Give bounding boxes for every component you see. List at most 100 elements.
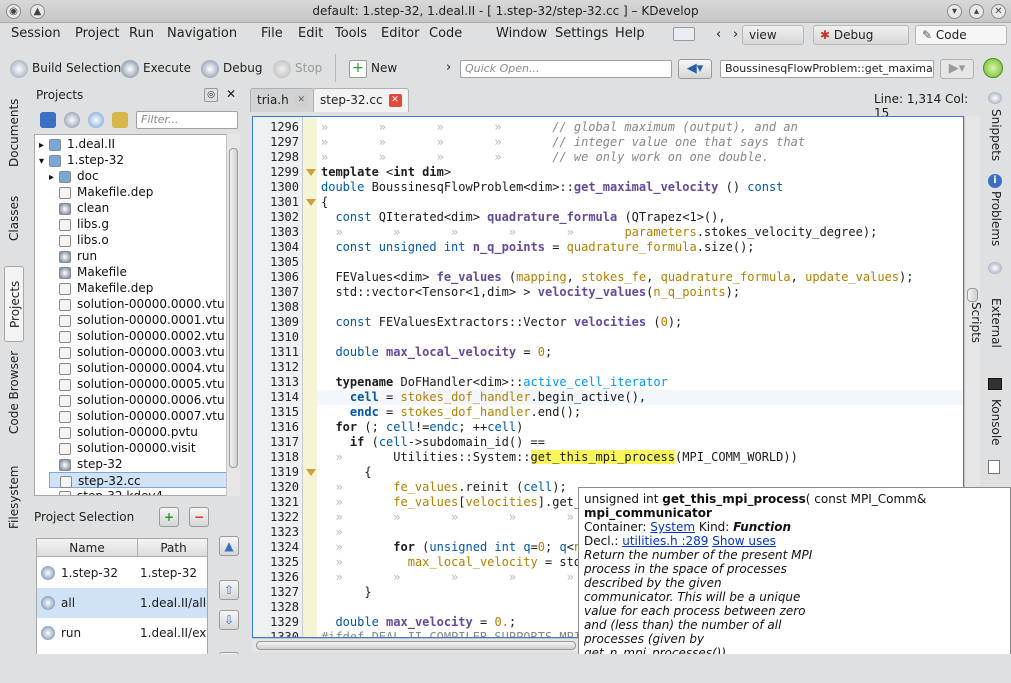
menu-editor[interactable]: Editor	[381, 26, 419, 41]
editor-scroll-thumb[interactable]	[967, 288, 978, 302]
area-code-button[interactable]: ✎ Code	[915, 25, 1007, 45]
code-line[interactable]: » » » » »	[321, 570, 573, 585]
menu-project[interactable]: Project	[75, 26, 119, 41]
tab-problems[interactable]: Problems	[986, 190, 1006, 248]
menu-help[interactable]: Help	[615, 26, 645, 41]
code-line[interactable]: template <int dim>	[321, 165, 451, 180]
tab-projects[interactable]: Projects	[4, 266, 24, 342]
column-name[interactable]: Name	[37, 539, 137, 557]
menu-navigation[interactable]: Navigation	[167, 26, 237, 41]
fold-marker-icon[interactable]	[306, 199, 316, 206]
code-line[interactable]: {	[321, 465, 371, 480]
tree-item[interactable]: solution-00000.0004.vtu	[49, 360, 229, 376]
bulb-icon[interactable]	[983, 58, 1003, 78]
area-review-button[interactable]: view	[742, 25, 804, 45]
stop-button[interactable]: Stop	[273, 58, 322, 78]
code-line[interactable]: cell = stokes_dof_handler.begin_active()…	[321, 390, 646, 405]
area-switcher-icon[interactable]	[673, 27, 695, 41]
code-line[interactable]: #ifdef DEAL_II_COMPILER_SUPPORTS_MPI	[321, 630, 581, 637]
minimize-icon[interactable]: ▾	[947, 4, 962, 19]
tree-item[interactable]: step-32.cc	[49, 472, 229, 488]
code-line[interactable]: » max_local_velocity = std::m	[321, 555, 602, 570]
code-line[interactable]: }	[321, 585, 371, 600]
tab-code-browser[interactable]: Code Browser	[4, 350, 24, 434]
navigate-back-icon[interactable]: ◀▾	[678, 59, 712, 79]
code-line[interactable]: double BoussinesqFlowProblem<dim>::get_m…	[321, 180, 783, 195]
code-line[interactable]: for (; cell!=endc; ++cell)	[321, 420, 523, 435]
navigate-forward-icon[interactable]: ▶▾	[940, 59, 974, 79]
tree-item[interactable]: solution-00000.0000.vtu	[49, 296, 229, 312]
new-button[interactable]: + New	[349, 58, 397, 78]
tab-tria-h[interactable]: tria.h ✕	[250, 88, 315, 112]
tab-documents[interactable]: Documents	[4, 94, 24, 172]
tree-item[interactable]: step-32	[49, 456, 229, 472]
tab-external-scripts[interactable]: External Scripts	[969, 278, 1006, 368]
menu-code[interactable]: Code	[429, 26, 462, 41]
close-tab-icon[interactable]: ✕	[294, 94, 308, 107]
execute-button[interactable]: Execute	[121, 58, 191, 78]
move-top-button[interactable]: ▲	[219, 536, 239, 556]
fold-marker-icon[interactable]	[306, 169, 316, 176]
close-window-icon[interactable]: ✕	[991, 4, 1006, 19]
tree-item[interactable]: solution-00000.0002.vtu	[49, 328, 229, 344]
move-up-button[interactable]: ⇧	[219, 580, 239, 600]
tab-filesystem[interactable]: Filesystem	[4, 462, 24, 532]
menu-run[interactable]: Run	[129, 26, 154, 41]
sync-icon[interactable]	[40, 112, 56, 128]
area-debug-button[interactable]: ✱ Debug	[813, 25, 909, 45]
project-filter-input[interactable]: Filter...	[136, 111, 238, 129]
code-line[interactable]: if (cell->subdomain_id() ==	[321, 435, 545, 450]
project-tree-scrollbar[interactable]	[226, 134, 240, 496]
code-line[interactable]: typename DoFHandler<dim>::active_cell_it…	[321, 375, 667, 390]
project-selection-row[interactable]: run 1.deal.II/exan	[37, 618, 207, 648]
tree-item[interactable]: solution-00000.0001.vtu	[49, 312, 229, 328]
area-next-icon[interactable]: ›	[733, 27, 738, 42]
tree-item[interactable]: solution-00000.0005.vtu	[49, 376, 229, 392]
toolbar-overflow-icon[interactable]: ›	[446, 60, 451, 75]
code-line[interactable]: double max_local_velocity = 0;	[321, 345, 552, 360]
remove-project-button[interactable]: −	[189, 507, 209, 527]
panel-close-icon[interactable]: ✕	[226, 87, 236, 101]
tree-item[interactable]: solution-00000.0007.vtu	[49, 408, 229, 424]
tab-konsole[interactable]: Konsole	[986, 394, 1006, 450]
tree-item[interactable]: solution-00000.visit	[49, 440, 229, 456]
code-line[interactable]: » Utilities::System::get_this_mpi_proces…	[321, 450, 798, 465]
code-line[interactable]: const FEValuesExtractors::Vector velocit…	[321, 315, 682, 330]
container-link[interactable]: System	[650, 520, 695, 534]
tree-item[interactable]: Makefile.dep	[49, 280, 229, 296]
code-line[interactable]: const QIterated<dim> quadrature_formula …	[321, 210, 725, 225]
debug-button[interactable]: Debug	[201, 58, 262, 78]
decl-link[interactable]: utilities.h :289	[622, 534, 708, 548]
code-line[interactable]: » » » » // we only work on one double.	[321, 150, 769, 165]
code-line[interactable]: » for (unsigned int q=0; q<n_q	[321, 540, 595, 555]
code-line[interactable]: » » » » » parameters.stokes_velocity_deg…	[321, 225, 877, 240]
tree-item[interactable]: ▸ doc	[49, 168, 229, 184]
maximize-icon[interactable]: ▴	[969, 4, 984, 19]
fold-marker-icon[interactable]	[306, 469, 316, 476]
tree-item[interactable]: libs.g	[49, 216, 229, 232]
close-tab-icon[interactable]: ✕	[388, 94, 402, 107]
project-selection-row[interactable]: all 1.deal.II/all	[37, 588, 207, 618]
editor-hscroll-thumb[interactable]	[256, 641, 576, 650]
tree-item[interactable]: ▾ 1.step-32	[39, 152, 229, 168]
code-line[interactable]: std::vector<Tensor<1,dim> > velocity_val…	[321, 285, 740, 300]
project-selection-row[interactable]: 1.step-32 1.step-32	[37, 558, 207, 588]
tab-step-32-cc[interactable]: step-32.cc ✕	[313, 88, 409, 112]
show-uses-link[interactable]: Show uses	[712, 534, 776, 548]
tree-item[interactable]: run	[49, 248, 229, 264]
tree-item[interactable]: Makefile	[49, 264, 229, 280]
context-browser-input[interactable]: BoussinesqFlowProblem::get_maximal_velo	[720, 60, 934, 78]
tree-item[interactable]: clean	[49, 200, 229, 216]
move-down-button[interactable]: ⇩	[219, 610, 239, 630]
code-line[interactable]: double max_velocity = 0.;	[321, 615, 516, 630]
tab-classes[interactable]: Classes	[4, 188, 24, 248]
tree-item[interactable]: Makefile.dep	[49, 184, 229, 200]
menu-edit[interactable]: Edit	[298, 26, 323, 41]
code-line[interactable]: FEValues<dim> fe_values (mapping, stokes…	[321, 270, 913, 285]
tab-snippets[interactable]: Snippets	[986, 106, 1006, 164]
menu-file[interactable]: File	[261, 26, 283, 41]
area-prev-icon[interactable]: ‹	[716, 27, 721, 42]
column-path[interactable]: Path	[137, 539, 207, 557]
clean-icon[interactable]	[112, 112, 128, 128]
code-line[interactable]: {	[321, 195, 328, 210]
